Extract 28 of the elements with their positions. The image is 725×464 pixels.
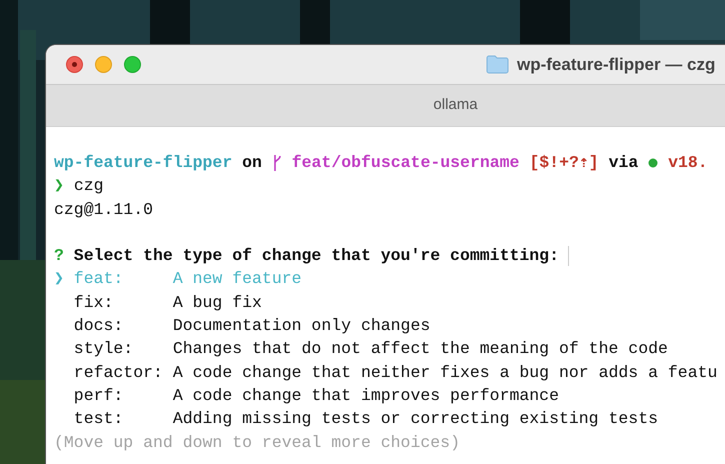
prompt-symbol: ❯	[54, 175, 64, 198]
choice-option[interactable]: fix: A bug fix	[54, 290, 725, 314]
pointer-icon: ❯	[54, 269, 64, 288]
minimize-button[interactable]	[95, 56, 112, 73]
folder-icon	[486, 55, 509, 74]
git-status: [$!+?⇡]	[529, 152, 599, 174]
text-cursor	[568, 246, 569, 266]
choice-option[interactable]: style: Changes that do not affect the meaning of the code	[54, 337, 725, 361]
zoom-button[interactable]	[124, 56, 141, 73]
hint-text: (Move up and down to reveal more choices)	[54, 432, 460, 454]
choice-option[interactable]: test: Adding missing tests or correcting existing tests	[54, 407, 725, 431]
output-text: czg@1.11.0	[54, 198, 154, 221]
window-title: wp-feature-flipper — czg	[517, 54, 716, 76]
directory-name: wp-feature-flipper	[54, 152, 232, 174]
terminal-tab[interactable]: ollama	[433, 94, 478, 117]
command-text: czg	[74, 175, 104, 198]
branch-name: feat/obfuscate-username	[292, 152, 520, 174]
choice-option[interactable]: docs: Documentation only changes	[54, 314, 725, 338]
question-text: Select the type of change that you're committing:	[74, 245, 559, 268]
node-version: v18.	[668, 152, 708, 174]
question-mark: ?	[54, 245, 64, 268]
node-icon	[648, 158, 658, 168]
prompt-text: via	[608, 152, 638, 174]
choice-option[interactable]: refactor: A code change that neither fixes a bug nor adds a featu	[54, 360, 725, 384]
prompt-text: on	[242, 152, 262, 174]
choice-option[interactable]: perf: A code change that improves performance	[54, 384, 725, 408]
branch-icon	[272, 154, 282, 172]
close-button[interactable]	[66, 56, 83, 73]
